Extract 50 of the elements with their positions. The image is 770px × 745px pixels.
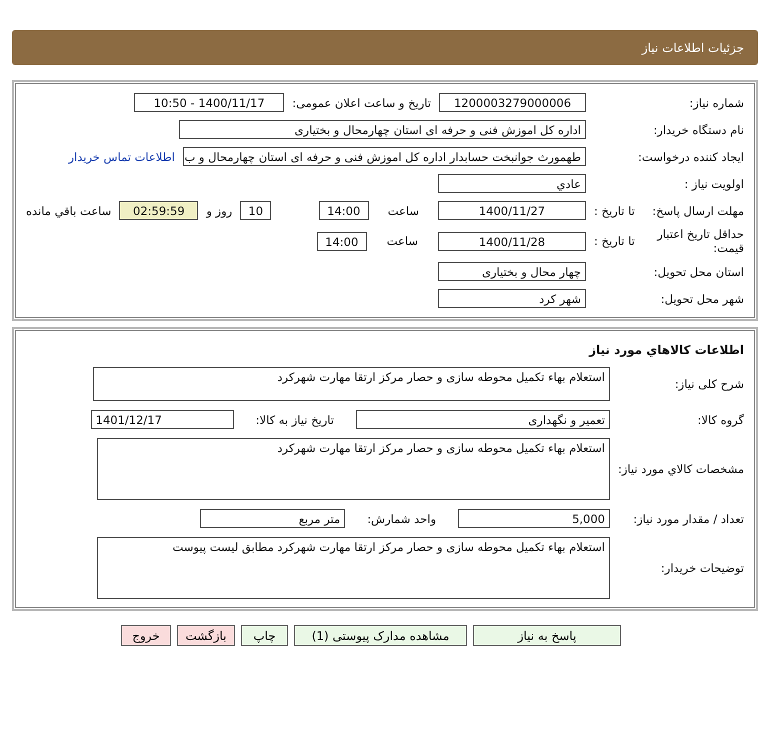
field-label: تاریخ و ساعت اعلان عمومی: [292,96,431,110]
input-field[interactable]: 1400/11/17 - 10:50 [134,93,284,112]
input-field[interactable]: 14:00 [316,232,367,250]
action-button[interactable]: چاپ [241,625,288,646]
input-field[interactable]: 1400/11/28 [438,232,586,250]
field-label: مشخصات کالاي مورد نياز: [618,462,744,476]
action-button[interactable]: مشاهده مدارک پیوستی (1) [294,625,467,646]
input-field[interactable]: استعلام بهاء تکمیل محوطه سازی و حصار مرکز ارتقا مهارت شهرکرد مطابق لیست پیوست [97,537,610,599]
field-label: شهر محل تحویل: [660,292,744,306]
input-field[interactable]: عادي [438,174,586,193]
field-label: شماره نیاز: [689,96,744,110]
field-label: گروه کالا: [698,412,744,426]
input-field[interactable]: 14:00 [318,201,369,220]
field-label: حداقل تاریخ اعتبار قیمت: [656,227,744,255]
input-field[interactable]: شهر کرد [438,289,586,308]
section-title: اطلاعات كالاهاي مورد نياز [588,342,744,359]
field-label: مهلت ارسال پاسخ: [652,204,744,218]
input-field[interactable]: اداره کل اموزش فنی و حرفه ای استان چهارمحال و بختیاری [179,120,586,139]
field-label: استان محل تحویل: [654,264,744,278]
action-button[interactable]: پاسخ به نیاز [473,625,621,646]
input-field[interactable]: 1401/12/17 [90,410,234,429]
field-label: تعداد / مقدار مورد نیاز: [633,512,744,526]
input-field[interactable]: تعمیر و نگهداری [356,410,610,429]
field-label: ساعت [386,234,418,248]
action-button[interactable]: بازگشت [177,625,235,646]
input-field[interactable]: متر مربع [200,509,346,528]
field-label: ایجاد کننده درخواست: [638,150,744,164]
countdown-field: 02:59:59 [119,201,198,220]
input-field[interactable]: 1400/11/27 [438,201,586,220]
field-label: تا تاریخ : [594,234,635,248]
input-field[interactable]: استعلام بهاء تکمیل محوطه سازی و حصار مرکز ارتقا مهارت شهرکرد [93,367,610,401]
input-field[interactable]: استعلام بهاء تکمیل محوطه سازی و حصار مرکز ارتقا مهارت شهرکرد [97,438,610,500]
field-label: ساعت [388,204,419,218]
field-label: نام دستگاه خریدار: [653,122,744,136]
field-label: ساعت باقي مانده [26,204,112,218]
field-label: تاریخ نیاز به کالا: [256,412,334,426]
input-field[interactable]: 5,000 [458,509,610,528]
field-label: واحد شمارش: [367,512,436,526]
field-label: روز و [206,204,232,218]
input-field[interactable]: 1200003279000006 [439,93,586,112]
field-label: اولویت نیاز : [684,176,744,190]
field-label: تا تاریخ : [594,204,635,218]
input-field[interactable]: چهار محال و بختیاری [438,262,586,281]
action-button[interactable]: خروج [121,625,171,646]
contact-link[interactable]: اطلاعات تماس خریدار [68,150,175,164]
field-label: شرح کلی نیاز: [674,377,744,391]
field-label: توضیحات خریدار: [660,561,744,575]
input-field[interactable]: طهمورث جوانبخت حسابدار اداره کل اموزش فنی و حرفه ای استان چهارمحال و ب [183,147,586,166]
page-title: جزئیات اطلاعات نیاز [642,40,744,54]
input-field[interactable]: 10 [240,201,272,220]
